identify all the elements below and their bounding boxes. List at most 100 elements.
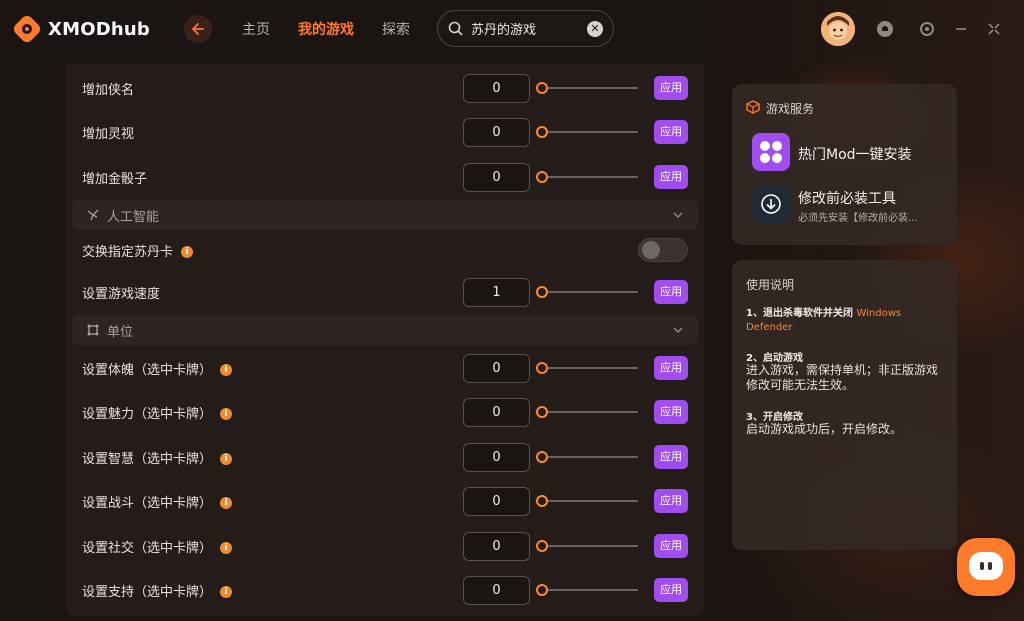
back-button[interactable] bbox=[183, 15, 212, 43]
nav-home[interactable]: 主页 bbox=[242, 19, 270, 39]
value-input[interactable]: 0 bbox=[463, 74, 530, 103]
apply-button[interactable]: 应用 bbox=[654, 400, 688, 424]
info-icon[interactable]: i bbox=[220, 586, 233, 598]
value-slider[interactable] bbox=[536, 286, 640, 298]
info-icon[interactable]: i bbox=[220, 542, 233, 554]
value-input[interactable]: 0 bbox=[463, 487, 530, 516]
apply-button[interactable]: 应用 bbox=[654, 445, 688, 469]
arrow-left-icon bbox=[191, 23, 204, 35]
service-title: 修改前必装工具 bbox=[798, 191, 896, 207]
step-3-body: 启动游戏成功后，开启修改。 bbox=[746, 422, 903, 436]
option-row: 设置智慧（选中卡牌） i 0 应用 bbox=[66, 435, 704, 479]
step-2-body: 进入游戏，需保持单机；非正版游戏修改可能无法生效。 bbox=[746, 363, 939, 392]
nav-explore[interactable]: 探索 bbox=[382, 19, 410, 39]
option-label: 设置魅力（选中卡牌） i bbox=[82, 403, 233, 422]
value-slider[interactable] bbox=[536, 495, 640, 507]
value-slider[interactable] bbox=[536, 82, 640, 94]
service-subtitle: 必须先安装【修改前必装... bbox=[798, 213, 918, 224]
option-row: 增加侠名 0 应用 bbox=[66, 66, 704, 110]
mod-options-panel: 增加侠名 0 应用 增加灵视 0 应用 增加金骰子 0 应用 人工智能 交换指定… bbox=[66, 64, 704, 616]
value-slider[interactable] bbox=[536, 406, 640, 418]
option-row: 增加金骰子 0 应用 bbox=[66, 155, 704, 199]
info-icon[interactable]: i bbox=[220, 453, 233, 465]
value-slider[interactable] bbox=[536, 126, 640, 138]
ai-icon bbox=[87, 209, 99, 221]
value-input[interactable]: 0 bbox=[463, 118, 530, 147]
option-label: 设置支持（选中卡牌） i bbox=[82, 581, 233, 600]
search-icon bbox=[448, 21, 463, 36]
service-item-hot-mod[interactable]: 热门Mod一键安装 bbox=[752, 133, 942, 173]
mod-install-icon bbox=[752, 133, 790, 171]
bell-icon[interactable] bbox=[876, 20, 894, 38]
step-1-head: 1、退出杀毒软件并关闭 Windows Defender bbox=[746, 308, 902, 333]
apply-button[interactable]: 应用 bbox=[654, 120, 688, 144]
option-row: 设置体魄（选中卡牌） i 0 应用 bbox=[66, 346, 704, 390]
step-3-head: 3、开启修改 bbox=[746, 412, 803, 423]
info-icon[interactable]: i bbox=[220, 408, 233, 420]
option-row: 设置魅力（选中卡牌） i 0 应用 bbox=[66, 390, 704, 434]
value-input[interactable]: 0 bbox=[463, 532, 530, 561]
info-icon[interactable]: i bbox=[220, 364, 233, 376]
nav-my-games[interactable]: 我的游戏 bbox=[298, 19, 354, 39]
avatar-image bbox=[821, 12, 855, 46]
section-header-unit[interactable]: 单位 bbox=[72, 315, 698, 345]
value-slider[interactable] bbox=[536, 171, 640, 183]
value-input[interactable]: 0 bbox=[463, 443, 530, 472]
box-icon bbox=[746, 100, 760, 114]
chat-face-icon bbox=[969, 552, 1003, 580]
option-label: 设置游戏速度 bbox=[82, 286, 161, 302]
clear-search-icon[interactable]: ✕ bbox=[587, 21, 603, 37]
value-slider[interactable] bbox=[536, 584, 640, 596]
option-label: 交换指定苏丹卡 i bbox=[82, 241, 194, 260]
value-slider[interactable] bbox=[536, 362, 640, 374]
value-input[interactable]: 0 bbox=[463, 163, 530, 192]
step-2-head: 2、启动游戏 bbox=[746, 353, 803, 364]
apply-button[interactable]: 应用 bbox=[654, 76, 688, 100]
option-row: 增加灵视 0 应用 bbox=[66, 110, 704, 154]
search-value: 苏丹的游戏 bbox=[471, 23, 537, 38]
section-header-ai[interactable]: 人工智能 bbox=[72, 200, 698, 230]
section-label: 单位 bbox=[107, 324, 134, 340]
option-label: 增加侠名 bbox=[82, 82, 135, 98]
chevron-down-icon bbox=[673, 327, 683, 333]
manual-title: 使用说明 bbox=[746, 278, 795, 292]
info-icon[interactable]: i bbox=[220, 497, 233, 509]
assistant-chat-button[interactable] bbox=[957, 538, 1015, 596]
collapse-icon[interactable] bbox=[985, 20, 1003, 38]
value-input[interactable]: 0 bbox=[463, 398, 530, 427]
app-name: XMODhub bbox=[48, 18, 150, 40]
service-item-tools[interactable]: 修改前必装工具 必须先安装【修改前必装... bbox=[752, 185, 947, 225]
option-label: 设置体魄（选中卡牌） i bbox=[82, 359, 233, 378]
value-input[interactable]: 1 bbox=[463, 278, 530, 307]
option-row: 设置战斗（选中卡牌） i 0 应用 bbox=[66, 479, 704, 523]
option-row: 设置社交（选中卡牌） i 0 应用 bbox=[66, 524, 704, 568]
info-icon[interactable]: i bbox=[181, 246, 194, 258]
apply-button[interactable]: 应用 bbox=[654, 165, 688, 189]
section-label: 人工智能 bbox=[107, 209, 160, 225]
value-input[interactable]: 0 bbox=[463, 354, 530, 383]
apply-button[interactable]: 应用 bbox=[654, 489, 688, 513]
toggle-switch[interactable] bbox=[638, 238, 688, 262]
chevron-down-icon bbox=[673, 212, 683, 218]
option-row: 设置支持（选中卡牌） i 0 应用 bbox=[66, 568, 704, 612]
option-label: 设置社交（选中卡牌） i bbox=[82, 537, 233, 556]
value-input[interactable]: 0 bbox=[463, 576, 530, 605]
apply-button[interactable]: 应用 bbox=[654, 534, 688, 558]
value-slider[interactable] bbox=[536, 451, 640, 463]
services-title: 游戏服务 bbox=[766, 102, 815, 116]
apply-button[interactable]: 应用 bbox=[654, 280, 688, 304]
app-logo[interactable]: XMODhub bbox=[14, 16, 150, 42]
usage-instructions-card: 使用说明 1、退出杀毒软件并关闭 Windows Defender 2、启动游戏… bbox=[732, 260, 957, 550]
minimize-icon[interactable] bbox=[952, 20, 970, 38]
search-input[interactable]: 苏丹的游戏 ✕ bbox=[437, 10, 614, 47]
apply-button[interactable]: 应用 bbox=[654, 356, 688, 380]
settings-icon[interactable] bbox=[918, 20, 936, 38]
service-title: 热门Mod一键安装 bbox=[798, 147, 912, 163]
option-row: 交换指定苏丹卡 i bbox=[66, 228, 704, 272]
value-slider[interactable] bbox=[536, 540, 640, 552]
game-services-card: 游戏服务 热门Mod一键安装 修改前必装工具 必须先安装【修改前必装... bbox=[732, 84, 957, 245]
unit-icon bbox=[87, 324, 99, 336]
avatar[interactable] bbox=[821, 12, 855, 46]
option-label: 设置战斗（选中卡牌） i bbox=[82, 492, 233, 511]
apply-button[interactable]: 应用 bbox=[654, 578, 688, 602]
